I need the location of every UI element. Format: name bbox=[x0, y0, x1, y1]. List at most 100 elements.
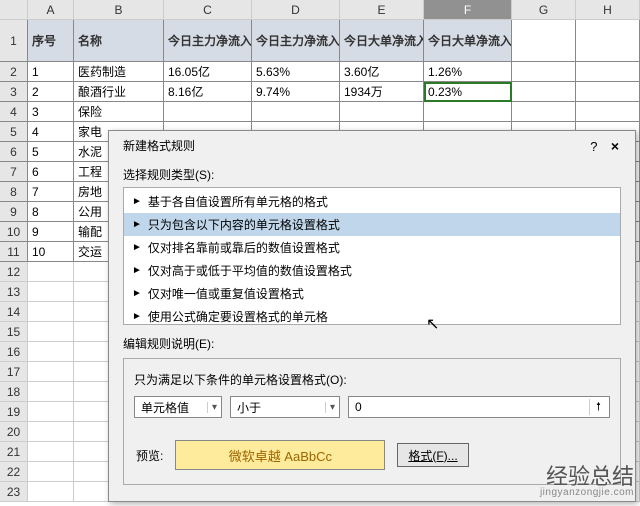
cell[interactable] bbox=[28, 402, 74, 422]
select-all-corner[interactable] bbox=[0, 0, 28, 20]
cell[interactable]: 2 bbox=[28, 82, 74, 102]
cell[interactable] bbox=[28, 302, 74, 322]
cell[interactable] bbox=[28, 282, 74, 302]
cell[interactable]: 16.05亿 bbox=[164, 62, 252, 82]
format-button[interactable]: 格式(F)... bbox=[397, 443, 468, 467]
cell[interactable]: 10 bbox=[28, 242, 74, 262]
cell-g1[interactable] bbox=[512, 20, 576, 62]
row-header[interactable]: 3 bbox=[0, 82, 28, 102]
cell[interactable]: 1934万 bbox=[340, 82, 424, 102]
help-button[interactable]: ? bbox=[586, 139, 601, 154]
cell[interactable] bbox=[512, 62, 576, 82]
cell[interactable] bbox=[252, 102, 340, 122]
cell[interactable]: 4 bbox=[28, 122, 74, 142]
rule-type-item[interactable]: ►仅对高于或低于平均值的数值设置格式 bbox=[124, 259, 620, 282]
cell[interactable] bbox=[28, 262, 74, 282]
cell[interactable]: 3.60亿 bbox=[340, 62, 424, 82]
cell[interactable] bbox=[28, 382, 74, 402]
cell[interactable] bbox=[28, 322, 74, 342]
cell[interactable]: 6 bbox=[28, 162, 74, 182]
rule-type-item[interactable]: ►仅对排名靠前或靠后的数值设置格式 bbox=[124, 236, 620, 259]
col-header-b[interactable]: B bbox=[74, 0, 164, 20]
dialog-titlebar[interactable]: 新建格式规则 ? × bbox=[109, 131, 635, 160]
header-b[interactable]: 名称 bbox=[74, 20, 164, 62]
rule-type-item[interactable]: ►只为包含以下内容的单元格设置格式 bbox=[124, 213, 620, 236]
rule-type-label: 使用公式确定要设置格式的单元格 bbox=[148, 308, 328, 325]
rule-type-list[interactable]: ►基于各自值设置所有单元格的格式►只为包含以下内容的单元格设置格式►仅对排名靠前… bbox=[123, 187, 621, 325]
header-a[interactable]: 序号 bbox=[28, 20, 74, 62]
cell[interactable] bbox=[28, 342, 74, 362]
cell[interactable]: 5.63% bbox=[252, 62, 340, 82]
cell[interactable]: 9 bbox=[28, 222, 74, 242]
cell[interactable] bbox=[28, 442, 74, 462]
row-header[interactable]: 20 bbox=[0, 422, 28, 442]
row-header[interactable]: 18 bbox=[0, 382, 28, 402]
rule-type-item[interactable]: ►基于各自值设置所有单元格的格式 bbox=[124, 190, 620, 213]
cell[interactable] bbox=[576, 82, 640, 102]
cell[interactable]: 酿酒行业 bbox=[74, 82, 164, 102]
row-header[interactable]: 2 bbox=[0, 62, 28, 82]
row-header[interactable]: 11 bbox=[0, 242, 28, 262]
cell[interactable] bbox=[576, 102, 640, 122]
header-f[interactable]: 今日大单净流入 净占比 bbox=[424, 20, 512, 62]
cell[interactable]: 保险 bbox=[74, 102, 164, 122]
close-button[interactable]: × bbox=[605, 138, 625, 154]
cell[interactable] bbox=[28, 422, 74, 442]
header-e[interactable]: 今日大单净流入 净额 bbox=[340, 20, 424, 62]
col-header-g[interactable]: G bbox=[512, 0, 576, 20]
cell[interactable]: 1.26% bbox=[424, 62, 512, 82]
condition-value-input[interactable]: 0 🠕 bbox=[348, 396, 610, 418]
row-header-1[interactable]: 1 bbox=[0, 20, 28, 62]
row-header[interactable]: 21 bbox=[0, 442, 28, 462]
range-picker-icon[interactable]: 🠕 bbox=[589, 399, 607, 415]
row-header[interactable]: 4 bbox=[0, 102, 28, 122]
cell[interactable] bbox=[576, 62, 640, 82]
row-header[interactable]: 12 bbox=[0, 262, 28, 282]
cell[interactable]: 5 bbox=[28, 142, 74, 162]
col-header-e[interactable]: E bbox=[340, 0, 424, 20]
cell[interactable]: 1 bbox=[28, 62, 74, 82]
row-header[interactable]: 23 bbox=[0, 482, 28, 502]
row-header[interactable]: 14 bbox=[0, 302, 28, 322]
col-header-h[interactable]: H bbox=[576, 0, 640, 20]
cell[interactable]: 3 bbox=[28, 102, 74, 122]
row-header[interactable]: 5 bbox=[0, 122, 28, 142]
col-header-d[interactable]: D bbox=[252, 0, 340, 20]
row-header[interactable]: 13 bbox=[0, 282, 28, 302]
cell[interactable] bbox=[512, 82, 576, 102]
cell[interactable]: 7 bbox=[28, 182, 74, 202]
col-header-a[interactable]: A bbox=[28, 0, 74, 20]
col-header-f[interactable]: F bbox=[424, 0, 512, 20]
cell-h1[interactable] bbox=[576, 20, 640, 62]
cell[interactable] bbox=[28, 482, 74, 502]
cell[interactable]: 0.23% bbox=[424, 82, 512, 102]
cell[interactable] bbox=[28, 462, 74, 482]
row-header[interactable]: 9 bbox=[0, 202, 28, 222]
row-header[interactable]: 10 bbox=[0, 222, 28, 242]
condition-operator-dropdown[interactable]: 小于 ▾ bbox=[230, 396, 340, 418]
cell[interactable] bbox=[424, 102, 512, 122]
cell[interactable] bbox=[28, 362, 74, 382]
row-header[interactable]: 6 bbox=[0, 142, 28, 162]
row-header[interactable]: 22 bbox=[0, 462, 28, 482]
cell[interactable] bbox=[512, 102, 576, 122]
row-header[interactable]: 7 bbox=[0, 162, 28, 182]
dialog-title: 新建格式规则 bbox=[123, 137, 195, 154]
row-header[interactable]: 8 bbox=[0, 182, 28, 202]
header-d[interactable]: 今日主力净流入 净占比 bbox=[252, 20, 340, 62]
cell[interactable]: 8.16亿 bbox=[164, 82, 252, 102]
col-header-c[interactable]: C bbox=[164, 0, 252, 20]
row-header[interactable]: 15 bbox=[0, 322, 28, 342]
rule-type-item[interactable]: ►仅对唯一值或重复值设置格式 bbox=[124, 282, 620, 305]
header-c[interactable]: 今日主力净流入 净额 bbox=[164, 20, 252, 62]
row-header[interactable]: 19 bbox=[0, 402, 28, 422]
cell[interactable]: 9.74% bbox=[252, 82, 340, 102]
condition-target-dropdown[interactable]: 单元格值 ▾ bbox=[134, 396, 222, 418]
row-header[interactable]: 16 bbox=[0, 342, 28, 362]
cell[interactable] bbox=[340, 102, 424, 122]
cell[interactable]: 医药制造 bbox=[74, 62, 164, 82]
rule-type-item[interactable]: ►使用公式确定要设置格式的单元格 bbox=[124, 305, 620, 328]
row-header[interactable]: 17 bbox=[0, 362, 28, 382]
cell[interactable] bbox=[164, 102, 252, 122]
cell[interactable]: 8 bbox=[28, 202, 74, 222]
